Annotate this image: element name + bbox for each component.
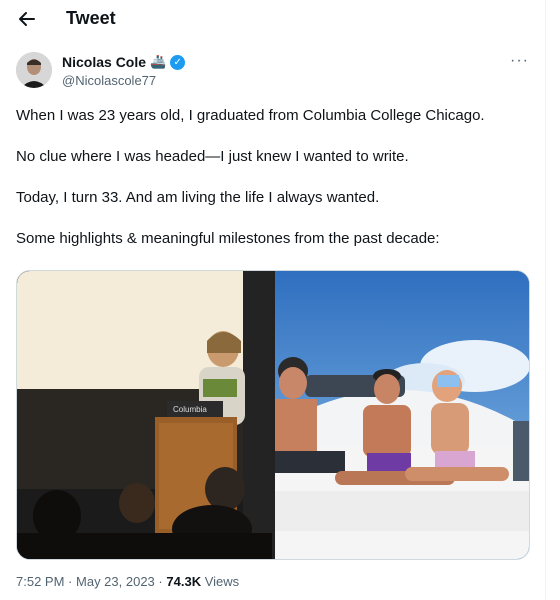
author-name-text: Nicolas Cole — [62, 54, 147, 70]
back-button[interactable] — [14, 6, 40, 32]
avatar[interactable] — [16, 52, 52, 88]
verified-badge-icon: ✓ — [170, 54, 186, 70]
page-title: Tweet — [66, 8, 116, 28]
tweet-paragraph: Some highlights & meaningful milestones … — [16, 230, 440, 247]
tweet-paragraph: No clue where I was headed—I just knew I… — [16, 148, 409, 165]
arrow-left-icon — [19, 12, 35, 26]
tweet-text: When I was 23 years old, I graduated fro… — [16, 106, 536, 270]
author-handle[interactable]: @Nicolascole77 — [62, 73, 156, 88]
tweet-page: Tweet Nicolas Cole 🚢 ✓ @Nicolascole77 ··… — [0, 0, 546, 600]
header: Tweet — [0, 0, 546, 38]
photo-boat-friends[interactable] — [275, 271, 529, 559]
tweet-paragraph: When I was 23 years old, I graduated fro… — [16, 107, 485, 124]
views-count[interactable]: 74.3K — [166, 574, 201, 589]
avatar-image — [16, 52, 52, 88]
media-grid: Columbia — [16, 270, 530, 560]
tweet-time[interactable]: 7:52 PM — [16, 574, 64, 589]
podium-sign: Columbia — [173, 405, 207, 414]
meta-separator: · — [68, 574, 73, 589]
podium-photo-illustration: Columbia — [17, 271, 272, 559]
boat-photo-illustration — [275, 271, 529, 559]
more-horizontal-icon: ··· — [510, 52, 529, 69]
tweet-meta: 7:52 PM · May 23, 2023 · 74.3K Views — [16, 574, 239, 589]
meta-separator: · — [158, 574, 163, 589]
tweet-paragraph: Today, I turn 33. And am living the life… — [16, 189, 380, 206]
ship-emoji: 🚢 — [150, 54, 167, 69]
more-options-button[interactable]: ··· — [510, 52, 529, 70]
photo-podium-reading[interactable]: Columbia — [17, 271, 272, 559]
views-label: Views — [204, 574, 240, 589]
author-name[interactable]: Nicolas Cole 🚢 ✓ — [62, 54, 186, 70]
tweet-date[interactable]: May 23, 2023 — [76, 574, 155, 589]
